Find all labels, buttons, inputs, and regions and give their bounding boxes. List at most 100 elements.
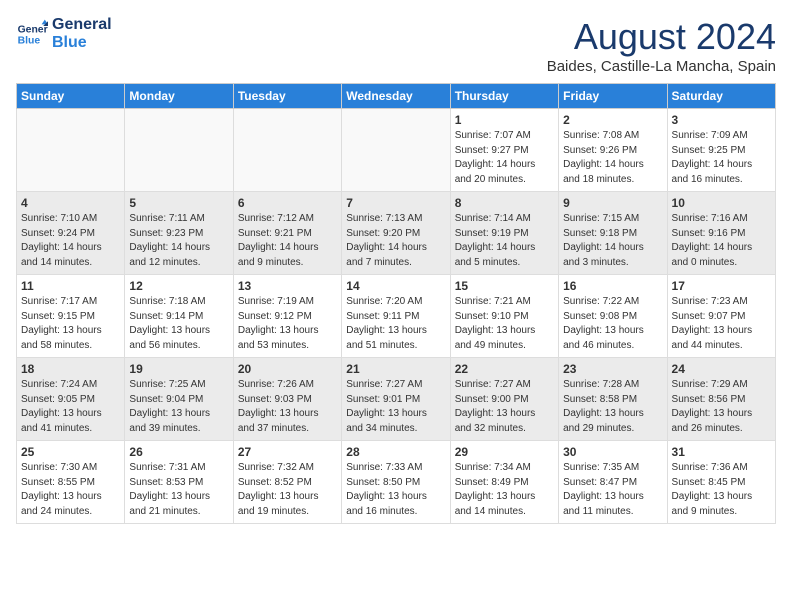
- calendar-cell: 31Sunrise: 7:36 AM Sunset: 8:45 PM Dayli…: [667, 441, 775, 524]
- day-number: 28: [346, 445, 445, 459]
- day-number: 16: [563, 279, 662, 293]
- calendar-cell: 22Sunrise: 7:27 AM Sunset: 9:00 PM Dayli…: [450, 358, 558, 441]
- day-info: Sunrise: 7:19 AM Sunset: 9:12 PM Dayligh…: [238, 295, 337, 353]
- calendar-cell: 27 Sunrise: 7:32 AM Sunset: 8:52 PM Dayli…: [233, 441, 341, 524]
- day-info: Sunrise: 7:20 AM Sunset: 9:11 PM Dayligh…: [346, 295, 445, 353]
- calendar-cell: 3Sunrise: 7:09 AM Sunset: 9:25 PM Daylig…: [667, 109, 775, 192]
- weekday-header-row: SundayMondayTuesdayWednesdayThursdayFrid…: [17, 84, 776, 109]
- day-info: Sunrise: 7:14 AM Sunset: 9:19 PM Dayligh…: [455, 212, 554, 270]
- calendar-cell: 2 Sunrise: 7:08 AM Sunset: 9:26 PM Daylig…: [559, 109, 667, 192]
- calendar-cell: 23 Sunrise: 7:28 AM Sunset: 8:58 PM Dayli…: [559, 358, 667, 441]
- weekday-header-friday: Friday: [559, 84, 667, 109]
- day-info: Sunrise: 7:26 AM Sunset: 9:03 PM Dayligh…: [238, 378, 337, 436]
- calendar-cell: 10Sunrise: 7:16 AM Sunset: 9:16 PM Dayli…: [667, 192, 775, 275]
- day-number: 26: [129, 445, 228, 459]
- calendar-cell: 30Sunrise: 7:35 AM Sunset: 8:47 PM Dayli…: [559, 441, 667, 524]
- logo-blue: Blue: [52, 34, 112, 52]
- calendar-week-3: 11Sunrise: 7:17 AM Sunset: 9:15 PM Dayli…: [17, 275, 776, 358]
- day-info: Sunrise: 7:23 AM Sunset: 9:07 PM Dayligh…: [672, 295, 771, 353]
- calendar-week-5: 25 Sunrise: 7:30 AM Sunset: 8:55 PM Dayli…: [17, 441, 776, 524]
- calendar-cell: 7Sunrise: 7:13 AM Sunset: 9:20 PM Daylig…: [342, 192, 450, 275]
- calendar-cell: 12Sunrise: 7:18 AM Sunset: 9:14 PM Dayli…: [125, 275, 233, 358]
- day-number: 5: [129, 196, 228, 210]
- logo-icon: General Blue: [16, 18, 48, 50]
- day-info: Sunrise: 7:33 AM Sunset: 8:50 PM Dayligh…: [346, 461, 445, 519]
- calendar-cell: 28 Sunrise: 7:33 AM Sunset: 8:50 PM Dayli…: [342, 441, 450, 524]
- day-info: Sunrise: 7:21 AM Sunset: 9:10 PM Dayligh…: [455, 295, 554, 353]
- day-number: 2: [563, 113, 662, 127]
- subtitle: Baides, Castille-La Mancha, Spain: [547, 58, 776, 75]
- day-number: 6: [238, 196, 337, 210]
- day-info: Sunrise: 7:32 AM Sunset: 8:52 PM Dayligh…: [238, 461, 337, 519]
- day-number: 20: [238, 362, 337, 376]
- day-info: Sunrise: 7:31 AM Sunset: 8:53 PM Dayligh…: [129, 461, 228, 519]
- weekday-header-monday: Monday: [125, 84, 233, 109]
- calendar-week-4: 18Sunrise: 7:24 AM Sunset: 9:05 PM Dayli…: [17, 358, 776, 441]
- day-info: Sunrise: 7:30 AM Sunset: 8:55 PM Dayligh…: [21, 461, 120, 519]
- day-number: 25: [21, 445, 120, 459]
- calendar-cell: [342, 109, 450, 192]
- day-info: Sunrise: 7:35 AM Sunset: 8:47 PM Dayligh…: [563, 461, 662, 519]
- calendar-table: SundayMondayTuesdayWednesdayThursdayFrid…: [16, 83, 776, 524]
- calendar-cell: [233, 109, 341, 192]
- day-number: 19: [129, 362, 228, 376]
- day-number: 29: [455, 445, 554, 459]
- day-number: 17: [672, 279, 771, 293]
- calendar-cell: 1 Sunrise: 7:07 AM Sunset: 9:27 PM Daylig…: [450, 109, 558, 192]
- calendar-cell: 6 Sunrise: 7:12 AM Sunset: 9:21 PM Daylig…: [233, 192, 341, 275]
- calendar-cell: 9Sunrise: 7:15 AM Sunset: 9:18 PM Daylig…: [559, 192, 667, 275]
- day-info: Sunrise: 7:07 AM Sunset: 9:27 PM Dayligh…: [455, 129, 554, 187]
- day-number: 9: [563, 196, 662, 210]
- day-number: 31: [672, 445, 771, 459]
- day-info: Sunrise: 7:28 AM Sunset: 8:58 PM Dayligh…: [563, 378, 662, 436]
- calendar-cell: 8 Sunrise: 7:14 AM Sunset: 9:19 PM Daylig…: [450, 192, 558, 275]
- weekday-header-thursday: Thursday: [450, 84, 558, 109]
- day-info: Sunrise: 7:16 AM Sunset: 9:16 PM Dayligh…: [672, 212, 771, 270]
- weekday-header-tuesday: Tuesday: [233, 84, 341, 109]
- day-number: 15: [455, 279, 554, 293]
- logo: General Blue General Blue: [16, 16, 112, 52]
- weekday-header-sunday: Sunday: [17, 84, 125, 109]
- day-info: Sunrise: 7:24 AM Sunset: 9:05 PM Dayligh…: [21, 378, 120, 436]
- day-info: Sunrise: 7:11 AM Sunset: 9:23 PM Dayligh…: [129, 212, 228, 270]
- day-info: Sunrise: 7:13 AM Sunset: 9:20 PM Dayligh…: [346, 212, 445, 270]
- day-number: 23: [563, 362, 662, 376]
- day-number: 1: [455, 113, 554, 127]
- title-area: August 2024 Baides, Castille-La Mancha, …: [547, 16, 776, 75]
- day-number: 13: [238, 279, 337, 293]
- calendar-cell: 11Sunrise: 7:17 AM Sunset: 9:15 PM Dayli…: [17, 275, 125, 358]
- calendar-cell: 24 Sunrise: 7:29 AM Sunset: 8:56 PM Dayli…: [667, 358, 775, 441]
- calendar-cell: [17, 109, 125, 192]
- calendar-cell: 13 Sunrise: 7:19 AM Sunset: 9:12 PM Dayli…: [233, 275, 341, 358]
- day-info: Sunrise: 7:27 AM Sunset: 9:00 PM Dayligh…: [455, 378, 554, 436]
- weekday-header-wednesday: Wednesday: [342, 84, 450, 109]
- day-info: Sunrise: 7:10 AM Sunset: 9:24 PM Dayligh…: [21, 212, 120, 270]
- day-info: Sunrise: 7:29 AM Sunset: 8:56 PM Dayligh…: [672, 378, 771, 436]
- calendar-cell: 5 Sunrise: 7:11 AM Sunset: 9:23 PM Daylig…: [125, 192, 233, 275]
- calendar-cell: 14 Sunrise: 7:20 AM Sunset: 9:11 PM Dayli…: [342, 275, 450, 358]
- day-number: 24: [672, 362, 771, 376]
- day-info: Sunrise: 7:25 AM Sunset: 9:04 PM Dayligh…: [129, 378, 228, 436]
- header: General Blue General Blue August 2024 Ba…: [16, 16, 776, 75]
- day-number: 3: [672, 113, 771, 127]
- svg-text:General: General: [18, 24, 48, 35]
- calendar-cell: 19 Sunrise: 7:25 AM Sunset: 9:04 PM Dayli…: [125, 358, 233, 441]
- day-info: Sunrise: 7:34 AM Sunset: 8:49 PM Dayligh…: [455, 461, 554, 519]
- day-info: Sunrise: 7:08 AM Sunset: 9:26 PM Dayligh…: [563, 129, 662, 187]
- day-number: 27: [238, 445, 337, 459]
- day-number: 14: [346, 279, 445, 293]
- calendar-cell: 26 Sunrise: 7:31 AM Sunset: 8:53 PM Dayli…: [125, 441, 233, 524]
- calendar-cell: 18Sunrise: 7:24 AM Sunset: 9:05 PM Dayli…: [17, 358, 125, 441]
- svg-text:Blue: Blue: [18, 36, 41, 47]
- calendar-cell: 29 Sunrise: 7:34 AM Sunset: 8:49 PM Dayli…: [450, 441, 558, 524]
- main-title: August 2024: [547, 16, 776, 58]
- calendar-cell: 17 Sunrise: 7:23 AM Sunset: 9:07 PM Dayli…: [667, 275, 775, 358]
- day-info: Sunrise: 7:27 AM Sunset: 9:01 PM Dayligh…: [346, 378, 445, 436]
- calendar-cell: [125, 109, 233, 192]
- day-info: Sunrise: 7:12 AM Sunset: 9:21 PM Dayligh…: [238, 212, 337, 270]
- day-info: Sunrise: 7:17 AM Sunset: 9:15 PM Dayligh…: [21, 295, 120, 353]
- calendar-cell: 25 Sunrise: 7:30 AM Sunset: 8:55 PM Dayli…: [17, 441, 125, 524]
- calendar-cell: 20 Sunrise: 7:26 AM Sunset: 9:03 PM Dayli…: [233, 358, 341, 441]
- day-number: 8: [455, 196, 554, 210]
- weekday-header-saturday: Saturday: [667, 84, 775, 109]
